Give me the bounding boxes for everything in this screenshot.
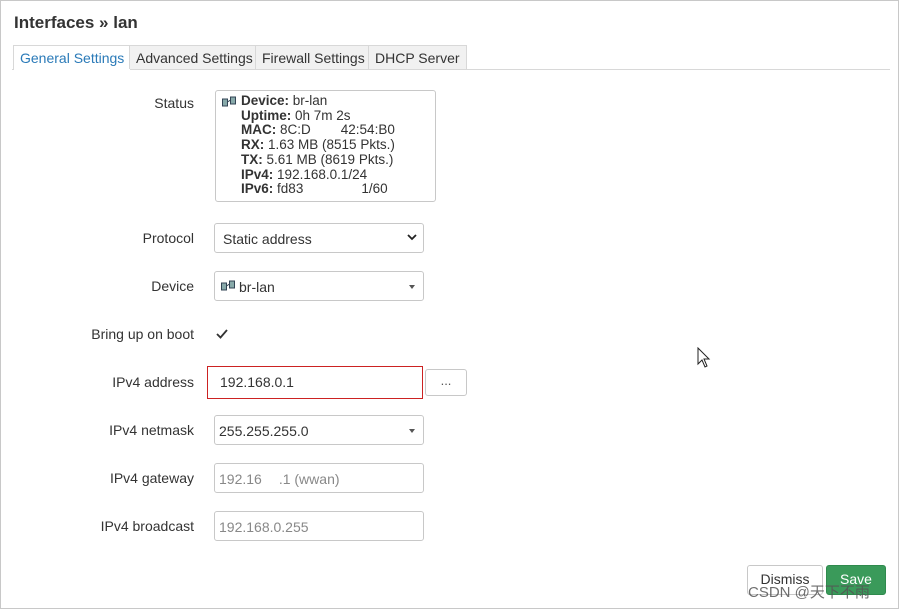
status-ipv6-value: fd83 xyxy=(277,181,304,197)
status-device-key: Device: xyxy=(241,93,290,108)
ipv4-broadcast-label: IPv4 broadcast xyxy=(100,518,194,534)
mouse-cursor-icon xyxy=(697,347,711,368)
status-uptime-value: 0h 7m 2s xyxy=(295,107,351,123)
status-mac-value: 8C:D xyxy=(280,122,311,138)
caret-down-icon xyxy=(409,429,415,433)
status-ipv6-tail: 1/60 xyxy=(361,181,388,197)
device-value: br-lan xyxy=(239,279,275,295)
status-ipv4-value: 192.168.0.1/24 xyxy=(277,166,368,182)
protocol-select[interactable]: Static address xyxy=(214,223,424,253)
ipv4-netmask-select[interactable]: 255.255.255.0 xyxy=(214,415,424,445)
ipv4-gateway-input[interactable]: 192.16 .1 (wwan) xyxy=(214,463,424,493)
ipv4-address-label: IPv4 address xyxy=(112,374,194,390)
tab-general-settings[interactable]: General Settings xyxy=(13,45,132,70)
checkmark-icon xyxy=(216,329,228,339)
ipv4-address-more-button[interactable]: ... xyxy=(425,369,467,396)
tab-dhcp-server[interactable]: DHCP Server xyxy=(368,45,467,69)
status-ipv6-key: IPv6: xyxy=(241,181,274,197)
device-label: Device xyxy=(151,278,194,294)
status-tx-key: TX: xyxy=(241,151,263,167)
status-tx-value: 5.61 MB (8619 Pkts.) xyxy=(266,151,394,167)
status-panel: Device: br-lan Uptime: 0h 7m 2s MAC: 8C:… xyxy=(215,90,436,202)
protocol-value: Static address xyxy=(223,231,312,247)
ipv4-gateway-placeholder: 192.16 .1 (wwan) xyxy=(219,471,340,487)
ipv4-broadcast-input[interactable]: 192.168.0.255 xyxy=(214,511,424,541)
status-uptime-key: Uptime: xyxy=(241,107,292,123)
ipv4-address-value: 192.168.0.1 xyxy=(220,374,294,390)
status-device-value: br-lan xyxy=(292,93,328,108)
caret-down-icon xyxy=(409,285,415,289)
ipv4-netmask-label: IPv4 netmask xyxy=(109,422,194,438)
network-bridge-icon xyxy=(222,96,237,112)
ipv4-netmask-value: 255.255.255.0 xyxy=(219,423,309,439)
tab-firewall-settings[interactable]: Firewall Settings xyxy=(255,45,372,69)
page-title: Interfaces » lan xyxy=(14,13,138,32)
status-rx-key: RX: xyxy=(241,137,265,153)
chevron-down-icon xyxy=(407,234,417,241)
network-bridge-icon xyxy=(221,280,236,296)
boot-label: Bring up on boot xyxy=(91,326,194,342)
ipv4-gateway-placeholder-tail: .1 (wwan) xyxy=(278,471,340,487)
protocol-label: Protocol xyxy=(142,230,194,246)
status-mac-key: MAC: xyxy=(241,122,277,138)
status-rx-value: 1.63 MB (8515 Pkts.) xyxy=(268,137,395,153)
tab-advanced-settings[interactable]: Advanced Settings xyxy=(129,45,260,69)
ipv4-gateway-label: IPv4 gateway xyxy=(109,470,194,486)
status-ipv4-key: IPv4: xyxy=(241,166,274,182)
ipv4-address-input[interactable]: 192.168.0.1 xyxy=(212,368,422,396)
status-mac-tail: 42:54:B0 xyxy=(340,122,395,138)
ipv4-gateway-placeholder-head: 192.16 xyxy=(219,471,262,487)
tab-bar: General Settings Advanced Settings Firew… xyxy=(12,45,890,70)
status-label: Status xyxy=(154,95,194,111)
watermark: CSDN @天下不雨 xyxy=(748,584,870,601)
device-select[interactable]: br-lan xyxy=(214,271,424,301)
ipv4-broadcast-placeholder: 192.168.0.255 xyxy=(219,519,309,535)
boot-checkbox[interactable] xyxy=(214,326,230,342)
